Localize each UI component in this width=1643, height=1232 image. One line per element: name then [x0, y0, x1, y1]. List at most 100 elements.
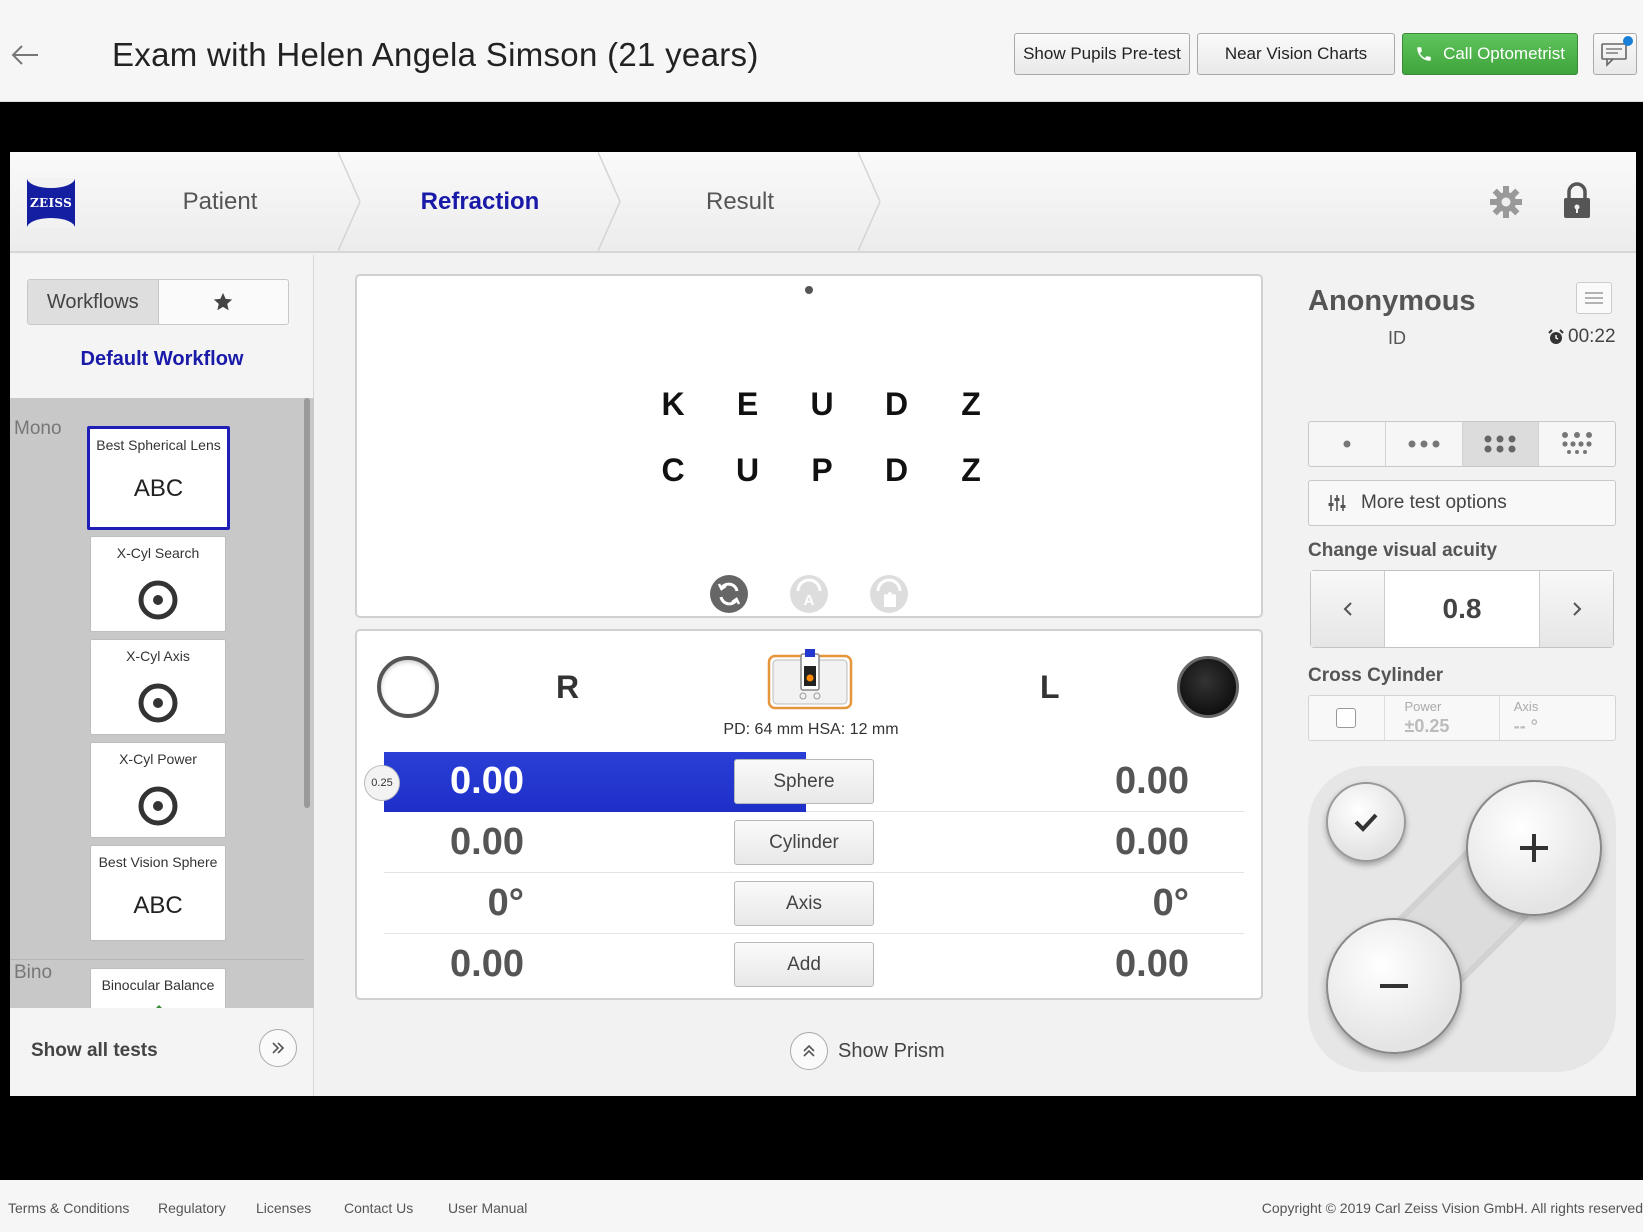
target-icon	[138, 683, 178, 723]
exam-timer: 00:22	[1548, 326, 1616, 348]
optotype-count-selector	[1308, 421, 1616, 467]
workflow-toggle: Workflows	[27, 279, 289, 325]
default-workflow-title[interactable]: Default Workflow	[10, 348, 314, 371]
mode-three-dots[interactable]	[1386, 422, 1463, 466]
axis-button[interactable]: Axis	[734, 881, 874, 926]
cylinder-button[interactable]: Cylinder	[734, 820, 874, 865]
zeiss-logo: ZEISS	[27, 178, 75, 228]
axis-left-value[interactable]: 0°	[1064, 882, 1189, 925]
tab-workflows[interactable]: Workflows	[28, 280, 159, 324]
show-all-tests-button[interactable]	[259, 1029, 297, 1067]
phone-icon	[1417, 47, 1431, 61]
back-arrow-icon[interactable]	[8, 38, 42, 72]
test-best-spherical-lens[interactable]: Best Spherical Lens ABC	[87, 426, 230, 530]
group-label-mono: Mono	[14, 418, 62, 439]
xcyl-axis[interactable]: Axis -- °	[1500, 696, 1615, 740]
confirm-button[interactable]	[1326, 782, 1406, 862]
test-best-vision-sphere[interactable]: Best Vision Sphere ABC	[90, 845, 226, 941]
mode-six-dots[interactable]	[1462, 422, 1540, 466]
test-binocular-balance[interactable]: Binocular Balance	[90, 968, 226, 1008]
test-symbol: ABC	[133, 892, 183, 919]
test-name: Binocular Balance	[101, 977, 215, 993]
refresh-chart-icon[interactable]	[709, 574, 749, 614]
chart-row-1: K E U D Z	[657, 386, 987, 423]
control-panel: Anonymous ID 00:22 More test options Cha…	[1296, 255, 1636, 1096]
messages-button[interactable]	[1593, 33, 1637, 75]
test-xcyl-power[interactable]: X-Cyl Power	[90, 742, 226, 838]
step-patient[interactable]: Patient	[90, 152, 350, 251]
cylinder-left-value[interactable]: 0.00	[1064, 821, 1189, 864]
axis-right-value[interactable]: 0°	[384, 882, 524, 925]
group-label-bino: Bino	[14, 962, 53, 983]
add-left-value[interactable]: 0.00	[1064, 943, 1189, 986]
nine-dots-icon	[1562, 432, 1593, 454]
footer-link-terms[interactable]: Terms & Conditions	[8, 1200, 129, 1216]
add-button[interactable]: Add	[734, 942, 874, 987]
tab-favorites[interactable]	[159, 280, 289, 324]
mode-nine-dots[interactable]	[1539, 422, 1615, 466]
manual-mode-icon[interactable]	[869, 574, 909, 614]
lock-icon[interactable]	[1562, 182, 1592, 220]
decrease-button[interactable]	[1326, 918, 1462, 1054]
chevron-left-icon	[1343, 602, 1352, 616]
chart-dot	[805, 286, 813, 294]
footer-link-licenses[interactable]: Licenses	[256, 1200, 311, 1216]
cylinder-right-value[interactable]: 0.00	[384, 821, 524, 864]
step-result[interactable]: Result	[610, 152, 870, 251]
settings-gear-icon[interactable]	[1488, 184, 1524, 220]
chart-display: K E U D Z C U P D Z A	[355, 274, 1263, 618]
notes-button[interactable]	[1576, 282, 1612, 314]
add-row: 0.00 Add 0.00	[384, 935, 1244, 995]
list-scrollbar[interactable]	[304, 398, 310, 808]
visual-acuity-value: 0.8	[1442, 593, 1482, 624]
xcyl-power-value: ±0.25	[1404, 716, 1450, 736]
optotype: D	[884, 452, 909, 488]
right-eye-toggle[interactable]	[377, 656, 439, 718]
show-all-tests-label[interactable]: Show all tests	[31, 1040, 158, 1062]
patient-name: Anonymous	[1308, 285, 1476, 317]
optotype: U	[810, 386, 834, 422]
footer-link-manual[interactable]: User Manual	[448, 1200, 527, 1216]
test-name: Best Spherical Lens	[96, 437, 221, 453]
sphere-left-value[interactable]: 0.00	[1064, 760, 1189, 803]
increase-acuity-button[interactable]	[1539, 571, 1613, 647]
pd-hsa-text: PD: 64 mm HSA: 12 mm	[723, 721, 899, 738]
sphere-button[interactable]: Sphere	[734, 759, 874, 804]
test-name: X-Cyl Axis	[126, 648, 190, 664]
step-refraction[interactable]: Refraction	[350, 152, 610, 251]
optotype: Z	[961, 386, 981, 422]
step-size-badge[interactable]: 0.25	[364, 765, 400, 801]
show-prism-button[interactable]: Show Prism	[790, 1032, 945, 1070]
auto-mode-icon[interactable]: A	[789, 574, 829, 614]
test-xcyl-axis[interactable]: X-Cyl Axis	[90, 639, 226, 735]
near-vision-charts-button[interactable]: Near Vision Charts	[1197, 33, 1395, 75]
cross-cylinder-checkbox[interactable]	[1309, 696, 1385, 740]
phoropter-icon[interactable]	[767, 648, 853, 712]
top-header: Exam with Helen Angela Simson (21 years)…	[0, 0, 1643, 102]
left-eye-toggle[interactable]	[1177, 656, 1239, 718]
chevron-right-icon	[1572, 602, 1581, 616]
footer-link-contact[interactable]: Contact Us	[344, 1200, 413, 1216]
xcyl-power[interactable]: Power ±0.25	[1385, 696, 1500, 740]
footer-link-regulatory[interactable]: Regulatory	[158, 1200, 226, 1216]
add-right-value[interactable]: 0.00	[384, 943, 524, 986]
mode-single-dot[interactable]	[1309, 422, 1386, 466]
group-divider	[10, 959, 304, 960]
chevron-up-icon	[790, 1032, 828, 1070]
sphere-right-value[interactable]: 0.00	[384, 760, 524, 803]
increase-button[interactable]	[1466, 780, 1602, 916]
refraction-panel: R L PD: 64 mm HSA: 12 mm 0.25 0.00 Spher…	[355, 629, 1263, 1000]
decrease-acuity-button[interactable]	[1311, 571, 1385, 647]
call-optometrist-button[interactable]: Call Optometrist	[1402, 33, 1578, 75]
more-test-options-button[interactable]: More test options	[1308, 480, 1616, 526]
xcyl-axis-value: -- °	[1513, 716, 1538, 736]
show-prism-label: Show Prism	[838, 1039, 945, 1062]
optotype: K	[661, 386, 685, 422]
xcyl-axis-label: Axis	[1513, 699, 1539, 714]
left-eye-label: L	[1040, 669, 1060, 705]
show-pupils-button[interactable]: Show Pupils Pre-test	[1014, 33, 1190, 75]
test-xcyl-search[interactable]: X-Cyl Search	[90, 536, 226, 632]
checkmark-icon	[1354, 813, 1378, 832]
workflow-test-list[interactable]: Mono Best Spherical Lens ABC X-Cyl Searc…	[10, 398, 314, 1008]
test-name: Best Vision Sphere	[98, 854, 218, 870]
